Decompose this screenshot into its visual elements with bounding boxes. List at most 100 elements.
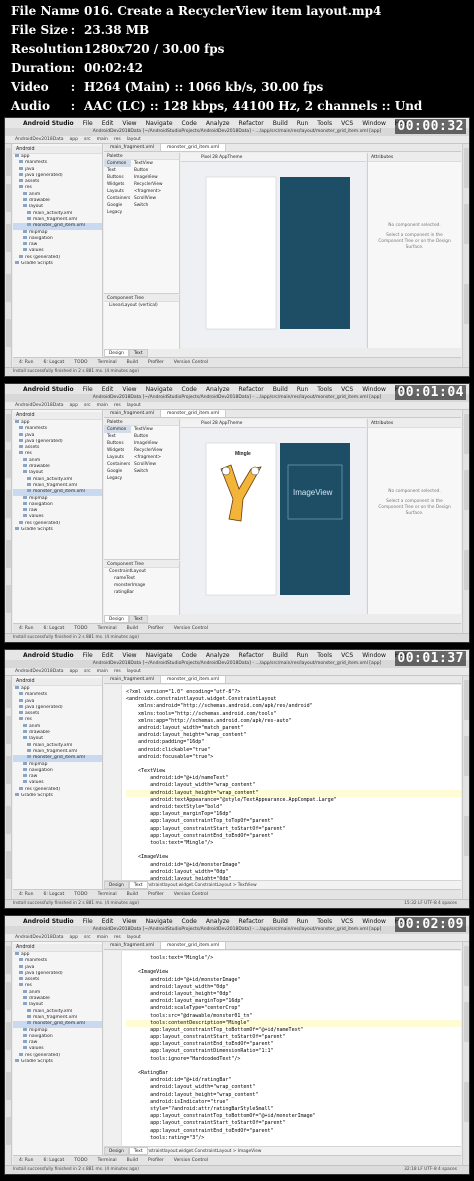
menu-item[interactable]: Edit <box>102 386 114 393</box>
tree-item[interactable]: Gradle Scripts <box>13 527 102 533</box>
editor-tab[interactable]: monster_grid_item.xml <box>161 676 226 683</box>
design-tab[interactable]: Design <box>104 349 129 357</box>
palette-category[interactable]: Google <box>104 468 131 475</box>
palette-category[interactable]: Buttons <box>104 440 131 447</box>
tool-window-tab[interactable] <box>6 224 11 252</box>
canvas-toolbar[interactable]: Pixel 28 AppTheme <box>181 419 366 428</box>
menu-item[interactable]: Tools <box>317 120 332 127</box>
menu-item[interactable]: Refactor <box>239 652 264 659</box>
bottom-tool-tab[interactable]: Terminal <box>98 892 117 897</box>
tool-window-tab[interactable] <box>6 851 11 879</box>
tool-window-tab[interactable] <box>6 716 11 744</box>
menu-item[interactable]: Navigate <box>146 386 173 393</box>
breadcrumb-item[interactable]: res <box>114 402 121 409</box>
menu-item[interactable]: Edit <box>102 652 114 659</box>
bottom-tool-tab[interactable]: TODO <box>74 892 87 897</box>
palette-item[interactable]: Button <box>131 167 179 174</box>
menu-item[interactable]: Navigate <box>146 918 173 925</box>
palette-item[interactable]: TextView <box>131 426 179 433</box>
tool-window-tab[interactable] <box>6 680 11 708</box>
bottom-tool-tab[interactable]: Version Control <box>174 892 208 897</box>
bottom-tool-tab[interactable]: Profiler <box>148 360 164 365</box>
bottom-tool-tab[interactable]: 4: Run <box>19 1158 33 1163</box>
tool-window-tab[interactable] <box>464 414 469 454</box>
tool-window-tab[interactable] <box>6 1072 11 1100</box>
bottom-tool-tab[interactable]: 6: Logcat <box>43 1158 64 1163</box>
tool-window-tab[interactable] <box>464 470 469 510</box>
tool-window-tab[interactable] <box>464 1002 469 1042</box>
palette-category[interactable]: Containers <box>104 461 131 468</box>
tool-window-tab[interactable] <box>6 946 11 974</box>
breadcrumb-item[interactable]: AndroidDev2018Data <box>15 136 64 143</box>
menu-item[interactable]: Build <box>273 120 288 127</box>
palette-category[interactable]: Containers <box>104 195 131 202</box>
component-tree-item[interactable]: LinearLayout (vertical) <box>104 302 179 309</box>
palette-category[interactable]: Common <box>104 160 131 167</box>
menu-item[interactable]: Run <box>297 918 309 925</box>
menu-item[interactable]: Navigate <box>146 652 173 659</box>
breadcrumb-item[interactable]: app <box>70 402 78 409</box>
editor-tab[interactable]: monster_grid_item.xml <box>161 144 226 151</box>
palette-item[interactable]: RecyclerView <box>131 447 179 454</box>
menu-item[interactable]: Window <box>362 120 386 127</box>
project-view-selector[interactable]: Android <box>13 944 102 952</box>
design-tab[interactable]: Design <box>104 881 129 889</box>
menu-item[interactable]: Navigate <box>146 120 173 127</box>
breadcrumb-item[interactable]: AndroidDev2018Data <box>15 934 64 941</box>
menu-item[interactable]: View <box>122 386 136 393</box>
bottom-tool-tab[interactable]: 4: Run <box>19 892 33 897</box>
palette-item[interactable]: ScrollView <box>131 461 179 468</box>
editor-tab[interactable]: main_fragment.xml <box>104 144 162 151</box>
breadcrumb-item[interactable]: layout <box>127 136 141 143</box>
tool-window-tab[interactable] <box>464 1082 469 1122</box>
breadcrumb-item[interactable]: main <box>97 402 108 409</box>
palette-category[interactable]: Legacy <box>104 475 131 482</box>
menu-item[interactable]: Refactor <box>239 120 264 127</box>
bottom-tool-tab[interactable]: Build <box>127 1158 138 1163</box>
palette-category[interactable]: Common <box>104 426 131 433</box>
tool-window-tab[interactable] <box>464 946 469 986</box>
bottom-tool-tab[interactable]: Version Control <box>174 360 208 365</box>
tool-window-tab[interactable] <box>6 414 11 442</box>
menu-item[interactable]: Refactor <box>239 918 264 925</box>
component-tree-item[interactable]: monsterImage <box>104 582 179 589</box>
bottom-tool-tab[interactable]: 4: Run <box>19 626 33 631</box>
palette-item[interactable]: ImageView <box>131 174 179 181</box>
menu-item[interactable]: Run <box>297 652 309 659</box>
palette-category[interactable]: Google <box>104 202 131 209</box>
tool-window-tab[interactable] <box>464 816 469 856</box>
breadcrumb-item[interactable]: layout <box>127 668 141 675</box>
palette-item[interactable]: <fragment> <box>131 188 179 195</box>
tool-window-tab[interactable] <box>6 184 11 212</box>
editor-tab[interactable]: monster_grid_item.xml <box>161 942 226 949</box>
tool-window-tab[interactable] <box>6 1022 11 1050</box>
bottom-tool-tab[interactable]: 6: Logcat <box>43 892 64 897</box>
tool-window-tab[interactable] <box>6 274 11 302</box>
palette-category[interactable]: Legacy <box>104 209 131 216</box>
editor-tab[interactable]: main_fragment.xml <box>104 676 162 683</box>
menu-item[interactable]: Window <box>362 918 386 925</box>
editor-tab[interactable]: monster_grid_item.xml <box>161 410 226 417</box>
tool-window-tab[interactable] <box>6 585 11 613</box>
menu-item[interactable]: Tools <box>317 386 332 393</box>
layout-preview[interactable] <box>181 163 366 343</box>
menu-item[interactable]: Build <box>273 918 288 925</box>
menu-item[interactable]: VCS <box>341 386 353 393</box>
tool-window-tab[interactable] <box>464 736 469 776</box>
menu-item[interactable]: Refactor <box>239 386 264 393</box>
bottom-tool-tab[interactable]: TODO <box>74 360 87 365</box>
bottom-tool-tab[interactable]: Terminal <box>98 1158 117 1163</box>
bottom-tool-tab[interactable]: TODO <box>74 626 87 631</box>
tool-window-tab[interactable] <box>6 450 11 478</box>
menu-item[interactable]: Tools <box>317 918 332 925</box>
design-tab[interactable]: Text <box>128 881 148 889</box>
bottom-tool-tab[interactable]: Version Control <box>174 626 208 631</box>
canvas-toolbar[interactable]: Pixel 28 AppTheme <box>181 153 366 162</box>
code-editor[interactable]: tools:text="Mingle"/> <ImageView android… <box>104 951 461 1155</box>
layout-preview[interactable]: ImageView Mingle <box>181 429 366 609</box>
menu-item[interactable]: View <box>122 652 136 659</box>
bottom-tool-tab[interactable]: Profiler <box>148 892 164 897</box>
breadcrumb-item[interactable]: src <box>84 934 91 941</box>
menu-item[interactable]: View <box>122 918 136 925</box>
bottom-tool-tab[interactable]: Profiler <box>148 1158 164 1163</box>
